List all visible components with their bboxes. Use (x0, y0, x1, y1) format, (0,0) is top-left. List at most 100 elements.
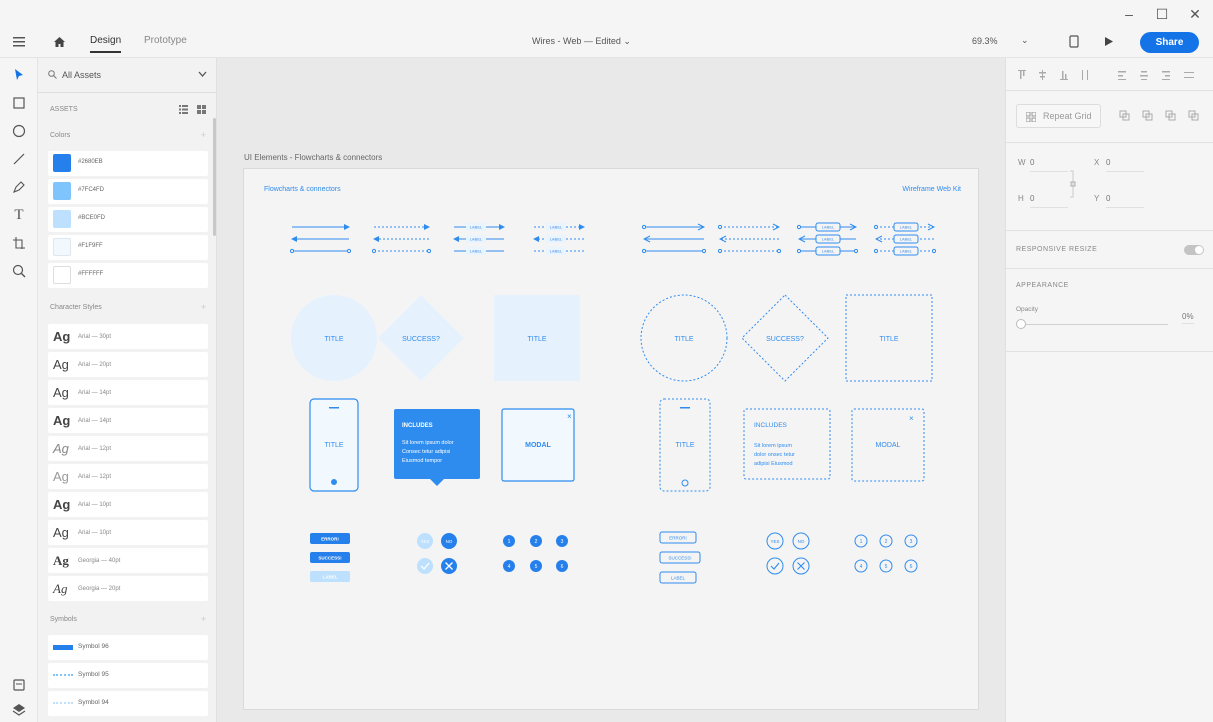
rectangle-icon[interactable] (10, 94, 28, 112)
flowchart-elements: Flowcharts & connectors Wireframe Web Ki… (264, 186, 961, 584)
select-icon[interactable] (10, 66, 28, 84)
appearance-label: APPEARANCE (1016, 282, 1069, 289)
layers-icon[interactable] (10, 700, 28, 718)
pen-icon[interactable] (10, 178, 28, 196)
symbol-row[interactable]: Symbol 95 (48, 663, 208, 688)
width-input[interactable]: 0 (1030, 158, 1068, 172)
divider (1006, 268, 1213, 269)
height-input[interactable]: 0 (1030, 194, 1068, 208)
canvas[interactable]: UI Elements - Flowcharts & connectors Fl… (217, 58, 1005, 722)
symbol-row[interactable]: Symbol 94 (48, 691, 208, 716)
opacity-slider-handle[interactable] (1016, 319, 1026, 329)
number-badges-filled: 1 2 3 4 5 6 (503, 535, 568, 572)
svg-text:SUCCESS!: SUCCESS! (668, 556, 691, 561)
color-swatch (53, 238, 71, 256)
connector-dot (371, 248, 377, 254)
color-swatch-row[interactable]: #BCE0FD (48, 207, 208, 232)
svg-text:ERROR!: ERROR! (321, 537, 339, 542)
svg-text:TITLE: TITLE (324, 442, 343, 449)
connector-labels-filled: LABEL LABEL LABEL LABEL LABEL LABEL (466, 223, 566, 255)
divider (1006, 142, 1213, 143)
svg-text:3: 3 (561, 539, 564, 545)
search-icon (48, 70, 57, 79)
style-preview: Ag (53, 581, 68, 596)
hamburger-icon[interactable] (13, 37, 25, 47)
character-style-row[interactable]: Ag Arial — 10pt (48, 492, 208, 517)
lock-aspect-icon[interactable] (1070, 170, 1076, 198)
add-character-style-icon[interactable]: + (201, 302, 206, 312)
style-preview: Ag (53, 385, 69, 400)
library-icon[interactable] (10, 676, 28, 694)
repeat-grid-label: Repeat Grid (1043, 111, 1092, 121)
play-icon[interactable] (1104, 36, 1114, 47)
character-style-row[interactable]: Ag Arial — 12pt (48, 464, 208, 489)
svg-text:adipisi Eiusmod: adipisi Eiusmod (754, 461, 793, 467)
minimize-button[interactable]: – (1112, 4, 1146, 24)
shape-diamond-outline: SUCCESS? (741, 294, 829, 382)
svg-text:LABEL: LABEL (822, 225, 835, 230)
add-symbol-icon[interactable]: + (201, 614, 206, 624)
style-name: Georgia — 20pt (78, 586, 121, 592)
list-view-icon[interactable] (179, 105, 188, 114)
symbol-name: Symbol 94 (78, 699, 109, 706)
modal-outline: × MODAL (851, 408, 925, 482)
color-swatch-row[interactable]: #F1F9FF (48, 235, 208, 260)
device-preview-icon[interactable] (1069, 35, 1079, 48)
zoom-level[interactable]: 69.3% (972, 36, 998, 46)
chevron-down-icon[interactable] (198, 71, 207, 78)
home-icon[interactable] (53, 36, 66, 48)
y-input[interactable]: 0 (1106, 194, 1144, 208)
svg-text:ERROR!: ERROR! (669, 536, 687, 541)
style-name: Arial — 30pt (78, 334, 112, 340)
style-preview: Ag (53, 357, 69, 372)
add-color-icon[interactable]: + (201, 130, 206, 140)
document-title[interactable]: Wires - Web — Edited ⌄ (532, 36, 631, 47)
color-swatch-row[interactable]: #7FC4FD (48, 179, 208, 204)
line-icon[interactable] (10, 150, 28, 168)
svg-text:3: 3 (910, 539, 913, 545)
svg-text:2: 2 (885, 539, 888, 545)
svg-text:6: 6 (910, 564, 913, 570)
zoom-dropdown-icon[interactable]: ⌄ (1021, 35, 1029, 46)
tab-prototype[interactable]: Prototype (144, 35, 187, 46)
shape-diamond-filled: SUCCESS? (378, 295, 464, 381)
svg-text:LABEL: LABEL (470, 237, 483, 242)
symbol-name: Symbol 95 (78, 671, 109, 678)
repeat-grid-button[interactable]: Repeat Grid (1016, 104, 1101, 128)
character-style-row[interactable]: Ag Arial — 10pt (48, 520, 208, 545)
scrollbar[interactable] (213, 118, 216, 236)
grid-view-icon[interactable] (197, 105, 206, 114)
svg-text:×: × (567, 412, 572, 421)
color-swatch-row[interactable]: #2680EB (48, 151, 208, 176)
symbol-name: Symbol 96 (78, 643, 109, 650)
opacity-slider-track[interactable] (1020, 324, 1168, 325)
character-style-row[interactable]: Ag Arial — 12pt (48, 436, 208, 461)
opacity-value[interactable]: 0% (1182, 312, 1194, 324)
artboard-name[interactable]: UI Elements - Flowcharts & connectors (244, 153, 382, 162)
text-icon[interactable]: T (10, 206, 28, 224)
x-input[interactable]: 0 (1106, 158, 1144, 172)
responsive-resize-toggle[interactable] (1184, 245, 1204, 255)
character-style-row[interactable]: Ag Arial — 14pt (48, 380, 208, 405)
symbol-row[interactable]: Symbol 96 (48, 635, 208, 660)
share-button[interactable]: Share (1140, 32, 1199, 53)
zoom-icon[interactable] (10, 262, 28, 280)
symbol-thumbnail (53, 702, 73, 704)
color-name: #2680EB (78, 159, 103, 165)
character-style-row[interactable]: Ag Arial — 20pt (48, 352, 208, 377)
color-swatch-row[interactable]: #FFFFFF (48, 263, 208, 288)
assets-filter-dropdown[interactable]: All Assets (62, 70, 101, 80)
ellipse-icon[interactable] (10, 122, 28, 140)
character-style-row[interactable]: Ag Arial — 14pt (48, 408, 208, 433)
character-style-row[interactable]: Ag Georgia — 40pt (48, 548, 208, 573)
tab-design[interactable]: Design (90, 35, 122, 53)
maximize-button[interactable]: ☐ (1145, 4, 1179, 24)
artboard-icon[interactable] (10, 234, 28, 252)
character-style-row[interactable]: Ag Georgia — 20pt (48, 576, 208, 601)
svg-text:TITLE: TITLE (675, 442, 694, 449)
svg-text:LABEL: LABEL (900, 237, 913, 242)
tooltip-outline: INCLUDES Sit lorem ipsum dolor onsec tet… (743, 408, 831, 480)
close-window-button[interactable]: ✕ (1178, 4, 1212, 24)
character-style-row[interactable]: Ag Arial — 30pt (48, 324, 208, 349)
artboard[interactable]: Flowcharts & connectors Wireframe Web Ki… (243, 168, 979, 710)
